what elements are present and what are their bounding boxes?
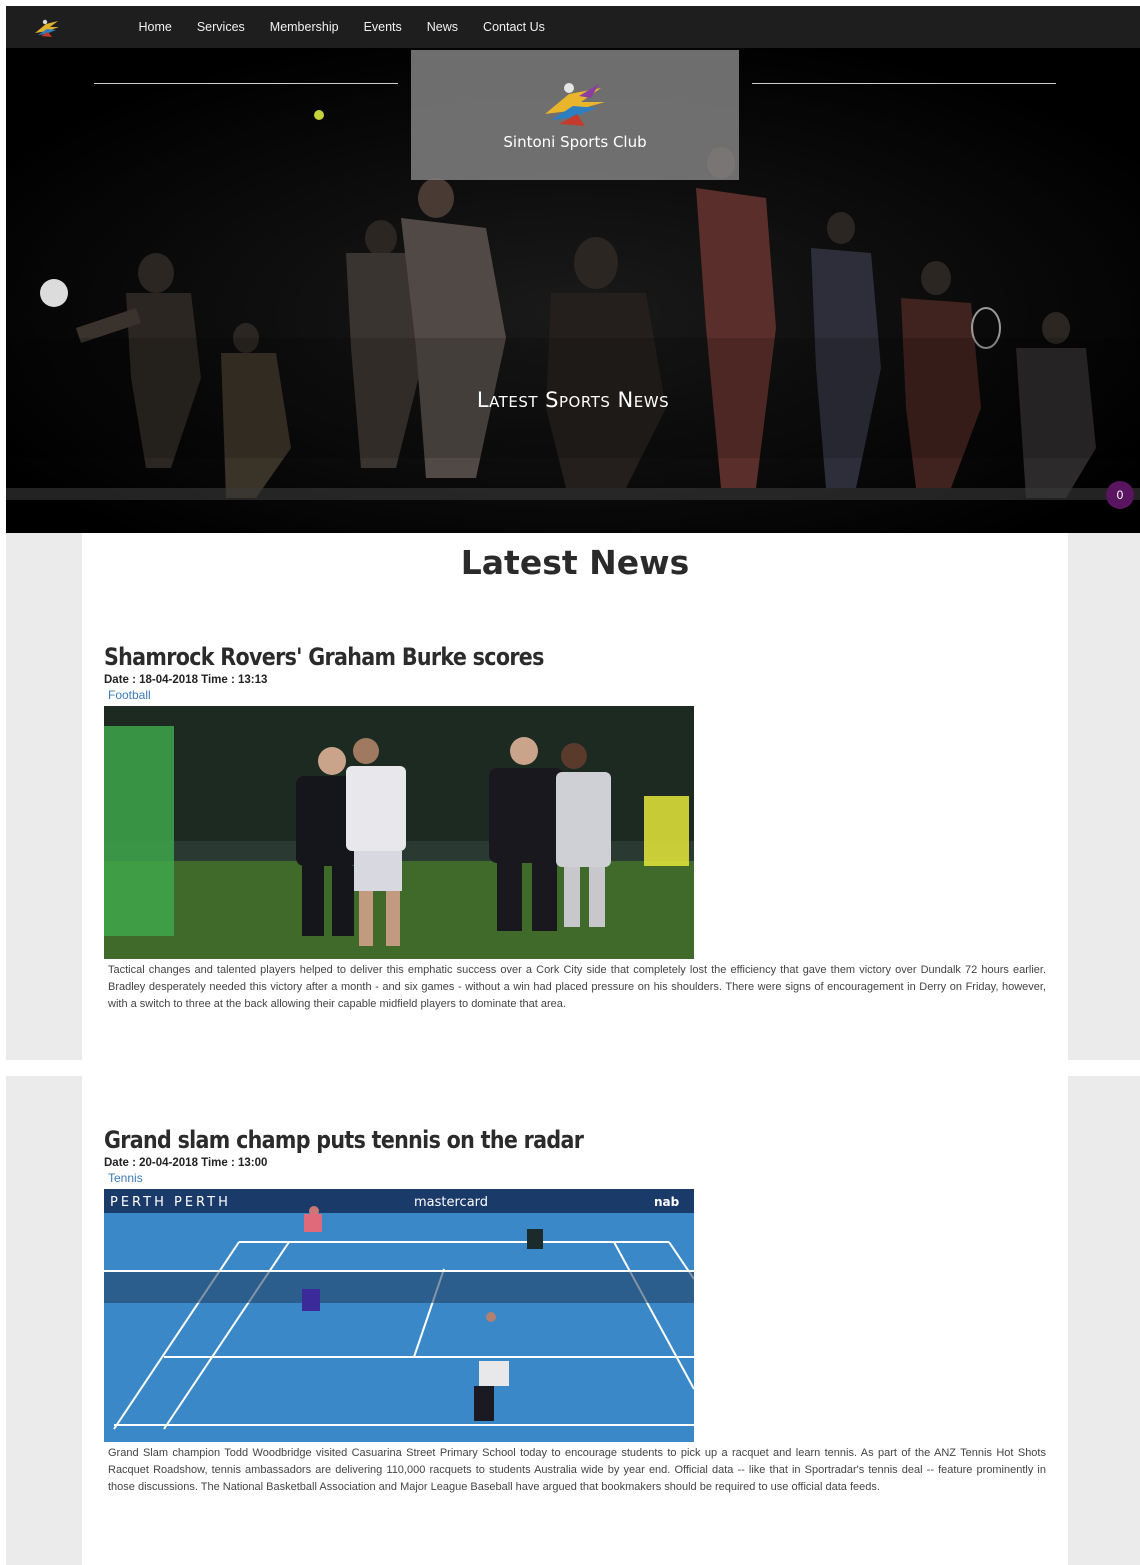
news-content: Grand slam champ puts tennis on the rada… [82,1076,1068,1565]
tennis-article-image: PERTH PERTH mastercard nab [104,1189,694,1442]
court-banner-left: PERTH PERTH [110,1195,231,1210]
news-content: Latest News Shamrock Rovers' Graham Burk… [82,533,1068,1060]
top-nav: Home Services Membership Events News Con… [6,6,1140,48]
article-category-link[interactable]: Football [108,688,1046,702]
brand-name: Sintoni Sports Club [503,133,647,151]
nav-home[interactable]: Home [126,6,184,48]
nav-services[interactable]: Services [184,6,257,48]
nav-news[interactable]: News [414,6,470,48]
article-date: Date : 18-04-2018 Time : 13:13 [104,674,268,686]
nav-membership[interactable]: Membership [257,6,351,48]
article-body: Tactical changes and talented players he… [108,964,1046,1010]
runner-logo-icon[interactable] [32,15,62,39]
news-article: Shamrock Rovers' Graham Burke scores Dat… [104,643,1046,1013]
article-title[interactable]: Shamrock Rovers' Graham Burke scores [104,643,914,671]
cart-count-badge[interactable]: 0 [1106,481,1134,509]
article-date: Date : 20-04-2018 Time : 13:00 [104,1157,268,1169]
runner-logo-icon [545,83,605,126]
article-body: Grand Slam champion Todd Woodbridge visi… [108,1447,1046,1493]
divider-right [752,83,1056,84]
court-banner-mid: mastercard [414,1195,488,1210]
hero-banner: Sintoni Sports Club Latest Sports News 0 [6,48,1140,533]
news-article: Grand slam champ puts tennis on the rada… [104,1126,1046,1496]
brand-box: Sintoni Sports Club [411,50,739,180]
nav-menu: Home Services Membership Events News Con… [126,6,557,48]
page-title: Latest News [460,543,690,582]
divider-left [94,83,398,84]
news-section-1: Latest News Shamrock Rovers' Graham Burk… [6,533,1140,1060]
news-section-2: Grand slam champ puts tennis on the rada… [6,1076,1140,1565]
hero-title: Latest Sports News [476,388,670,412]
article-category-link[interactable]: Tennis [108,1171,1046,1185]
football-article-image [104,706,694,959]
article-title[interactable]: Grand slam champ puts tennis on the rada… [104,1126,914,1154]
nav-contact-us[interactable]: Contact Us [471,6,558,48]
court-banner-right: nab [654,1195,680,1209]
nav-events[interactable]: Events [351,6,414,48]
